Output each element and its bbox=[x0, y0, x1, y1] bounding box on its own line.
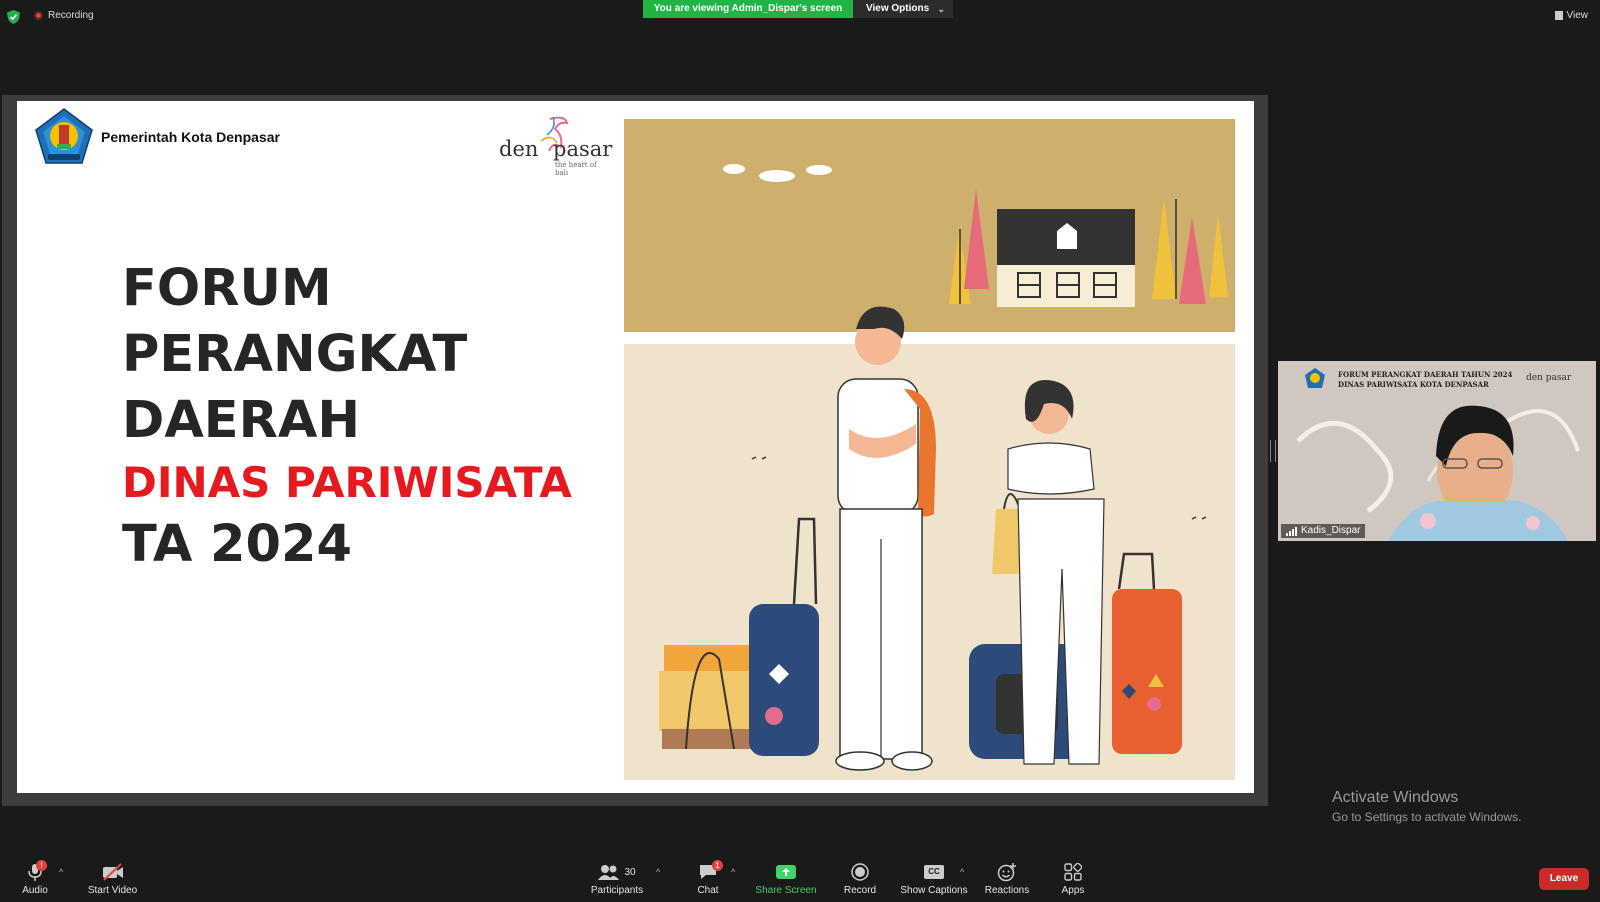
participants-count: 30 bbox=[624, 866, 636, 878]
view-label: View bbox=[1566, 10, 1589, 21]
presentation-slide: Pemerintah Kota Denpasar den pasar the h… bbox=[17, 101, 1254, 793]
show-captions-label: Show Captions bbox=[900, 885, 968, 896]
participants-options-caret[interactable]: ^ bbox=[656, 867, 660, 877]
watermark-subtitle: Go to Settings to activate Windows. bbox=[1332, 810, 1522, 824]
audio-button[interactable]: Audio bbox=[15, 862, 55, 896]
share-screen-icon bbox=[776, 865, 796, 879]
denpasar-brand-logo: den pasar the heart of bali bbox=[495, 113, 612, 177]
shared-screen: Pemerintah Kota Denpasar den pasar the h… bbox=[2, 95, 1268, 898]
chat-unread-badge: 1 bbox=[712, 860, 723, 871]
participant-name-tag: Kadis_Dispar bbox=[1281, 524, 1366, 538]
participant-video-tile[interactable]: FORUM PERANGKAT DAERAH TAHUN 2024 DINAS … bbox=[1278, 361, 1596, 541]
recording-label: Recording bbox=[48, 10, 94, 21]
record-label: Record bbox=[843, 885, 877, 896]
record-button[interactable]: Record bbox=[840, 862, 880, 896]
captions-icon: CC bbox=[924, 865, 944, 879]
thumb-slide-header: FORUM PERANGKAT DAERAH TAHUN 2024 DINAS … bbox=[1338, 370, 1512, 390]
view-options-button[interactable]: View Options ⌄ bbox=[853, 0, 953, 18]
thumb-header-line1: FORUM PERANGKAT DAERAH TAHUN 2024 bbox=[1338, 370, 1513, 379]
start-video-button[interactable]: Start Video bbox=[85, 862, 140, 896]
viewing-screen-banner: You are viewing Admin_Dispar's screen bbox=[643, 0, 853, 18]
view-layout-icon bbox=[1554, 11, 1563, 20]
gov-name: Pemerintah Kota Denpasar bbox=[101, 129, 280, 145]
apps-button[interactable]: Apps bbox=[1058, 862, 1088, 896]
title-line-perangkat: PERANGKAT bbox=[122, 325, 468, 384]
leave-button[interactable]: Leave bbox=[1539, 868, 1589, 890]
meeting-toolbar: Audio ! ^ Start Video 30 Participants ^ … bbox=[0, 851, 1600, 901]
brand-tagline: the heart of bali bbox=[555, 161, 597, 177]
activate-windows-watermark: Activate Windows Go to Settings to activ… bbox=[1332, 789, 1521, 824]
participants-label: Participants bbox=[590, 885, 644, 896]
thumb-emblem-icon bbox=[1305, 368, 1325, 388]
reactions-button[interactable]: Reactions bbox=[983, 862, 1031, 896]
watermark-title: Activate Windows bbox=[1332, 789, 1459, 806]
security-shield-icon[interactable] bbox=[7, 10, 20, 24]
record-icon bbox=[851, 863, 869, 881]
title-line-daerah: DAERAH bbox=[122, 391, 361, 450]
brand-pasar: pasar bbox=[553, 137, 613, 161]
title-line-forum: FORUM bbox=[122, 259, 332, 318]
signal-strength-icon bbox=[1286, 526, 1297, 536]
reactions-label: Reactions bbox=[984, 885, 1030, 896]
participants-icon bbox=[598, 865, 620, 880]
thumb-brand-logo: den pasar bbox=[1526, 373, 1572, 383]
view-options-label: View Options bbox=[866, 3, 930, 14]
share-screen-button[interactable]: Share Screen bbox=[755, 862, 817, 896]
recording-dot-icon bbox=[34, 11, 43, 20]
panel-resize-handle[interactable] bbox=[1270, 440, 1276, 462]
start-video-label: Start Video bbox=[87, 885, 138, 896]
meeting-top-bar: Recording You are viewing Admin_Dispar's… bbox=[0, 0, 1600, 34]
slide-title: FORUM PERANGKAT DAERAH DINAS PARIWISATA … bbox=[122, 256, 572, 578]
view-button[interactable]: View bbox=[1554, 10, 1589, 21]
denpasar-emblem-icon bbox=[35, 108, 93, 164]
thumb-header-line2: DINAS PARIWISATA KOTA DENPASAR bbox=[1338, 380, 1489, 389]
slide-subtitle: DINAS PARIWISATA bbox=[122, 458, 572, 507]
video-off-icon bbox=[102, 863, 123, 881]
show-captions-button[interactable]: CC Show Captions bbox=[900, 862, 968, 896]
apps-icon bbox=[1064, 863, 1082, 881]
captions-options-caret[interactable]: ^ bbox=[960, 867, 964, 877]
recording-indicator[interactable]: Recording bbox=[34, 10, 94, 21]
reactions-icon bbox=[997, 863, 1016, 882]
participants-button[interactable]: 30 Participants bbox=[587, 862, 647, 896]
apps-label: Apps bbox=[1061, 885, 1085, 896]
participant-name: Kadis_Dispar bbox=[1301, 525, 1361, 536]
chat-label: Chat bbox=[697, 885, 719, 896]
chat-options-caret[interactable]: ^ bbox=[731, 867, 735, 877]
audio-label: Audio bbox=[22, 885, 48, 896]
share-screen-label: Share Screen bbox=[755, 885, 817, 896]
travelers-illustration bbox=[624, 119, 1235, 780]
brand-den: den bbox=[499, 137, 539, 161]
slide-year: TA 2024 bbox=[122, 515, 352, 574]
audio-alert-badge: ! bbox=[36, 860, 47, 871]
audio-options-caret[interactable]: ^ bbox=[59, 867, 63, 877]
chevron-down-icon: ⌄ bbox=[937, 4, 945, 14]
